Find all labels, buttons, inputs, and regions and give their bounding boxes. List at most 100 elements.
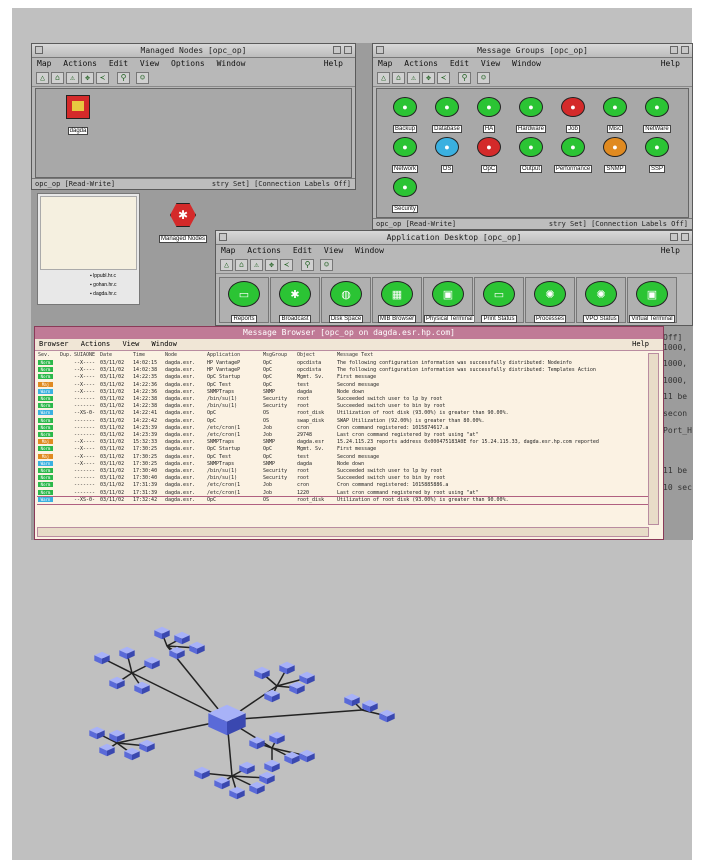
triangle-icon[interactable]: △ bbox=[377, 72, 390, 84]
menu-map[interactable]: Map bbox=[221, 246, 235, 255]
warning-icon[interactable]: ⚠ bbox=[250, 259, 263, 271]
column-header[interactable]: MsgGroup bbox=[262, 352, 296, 360]
share-icon[interactable]: ≺ bbox=[96, 72, 109, 84]
table-row[interactable]: Norm ------- 03/11/02 14:22:42 dagda.esr. OpC… bbox=[37, 417, 649, 425]
menu-view[interactable]: View bbox=[140, 59, 159, 68]
app-mib-browser[interactable]: ▦ MIB Browser bbox=[372, 277, 422, 323]
table-row[interactable]: Maj --X---- 03/11/02 15:32:33 dagda.esr. SNMP… bbox=[37, 439, 649, 446]
message-group-ssp[interactable]: ● SSP bbox=[637, 137, 677, 175]
column-header[interactable]: Sev. bbox=[37, 352, 59, 360]
managed-nodes-titlebar[interactable]: Managed Nodes [opc_op] bbox=[32, 44, 355, 58]
table-row[interactable]: Norm --X---- 03/11/02 14:22:35 dagda.esr. OpC… bbox=[37, 374, 649, 381]
table-row[interactable]: Norm ------- 03/11/02 14:23:39 dagda.esr. /et… bbox=[37, 424, 649, 432]
message-group-network[interactable]: ● Network bbox=[385, 137, 425, 175]
horizontal-scrollbar[interactable] bbox=[37, 527, 649, 537]
message-group-snmp[interactable]: ● SNMP bbox=[595, 137, 635, 175]
window-menu-icon[interactable] bbox=[376, 46, 384, 54]
menu-window[interactable]: Window bbox=[355, 246, 384, 255]
side-item[interactable]: ▪ lppubl.hr.c bbox=[90, 272, 117, 281]
share-icon[interactable]: ≺ bbox=[437, 72, 450, 84]
menu-view[interactable]: View bbox=[481, 59, 500, 68]
minimize-icon[interactable] bbox=[333, 46, 341, 54]
table-row[interactable]: Norm ------- 03/11/02 17:30:40 dagda.esr. /bi… bbox=[37, 468, 649, 475]
menu-options[interactable]: Options bbox=[171, 59, 205, 68]
menu-help[interactable]: Help bbox=[661, 245, 680, 257]
table-row[interactable]: Norm ------- 03/11/02 17:30:40 dagda.esr. /bi… bbox=[37, 475, 649, 482]
column-header[interactable]: Object bbox=[296, 352, 336, 360]
user-icon[interactable]: ☺ bbox=[136, 72, 149, 84]
column-header[interactable]: Application bbox=[206, 352, 262, 360]
column-header[interactable]: Date bbox=[99, 352, 132, 360]
menu-window[interactable]: Window bbox=[217, 59, 246, 68]
table-row[interactable]: Maj --X---- 03/11/02 17:30:25 dagda.esr. OpC … bbox=[37, 453, 649, 461]
column-header[interactable]: Dup. bbox=[59, 352, 73, 360]
menu-help[interactable]: Help bbox=[324, 58, 343, 70]
side-item[interactable]: ▪ dagda.hr.c bbox=[90, 290, 117, 299]
column-header[interactable]: Message Text bbox=[336, 352, 649, 360]
menu-actions[interactable]: Actions bbox=[63, 59, 97, 68]
menu-edit[interactable]: Edit bbox=[109, 59, 128, 68]
message-groups-titlebar[interactable]: Message Groups [opc_op] bbox=[373, 44, 692, 58]
table-row[interactable]: Maj --X---- 03/11/02 14:22:36 dagda.esr. OpC … bbox=[37, 381, 649, 389]
menu-help[interactable]: Help bbox=[632, 339, 649, 350]
search-icon[interactable]: ⚲ bbox=[117, 72, 130, 84]
table-row[interactable]: Norm --X---- 03/11/02 17:30:25 dagda.esr. OpC… bbox=[37, 446, 649, 453]
app-reports[interactable]: ▭ Reports bbox=[219, 277, 269, 323]
menu-actions[interactable]: Actions bbox=[404, 59, 438, 68]
message-group-database[interactable]: ● Database bbox=[427, 97, 467, 135]
menu-map[interactable]: Map bbox=[378, 59, 392, 68]
maximize-icon[interactable] bbox=[681, 233, 689, 241]
menu-edit[interactable]: Edit bbox=[293, 246, 312, 255]
table-row[interactable]: Norm ------- 03/11/02 14:23:39 dagda.esr. /et… bbox=[37, 432, 649, 439]
message-group-hardware[interactable]: ● Hardware bbox=[511, 97, 551, 135]
menu-edit[interactable]: Edit bbox=[450, 59, 469, 68]
maximize-icon[interactable] bbox=[681, 46, 689, 54]
node-dagda[interactable]: dagda bbox=[66, 95, 90, 137]
warning-icon[interactable]: ⚠ bbox=[66, 72, 79, 84]
home-icon[interactable]: ⌂ bbox=[392, 72, 405, 84]
column-header[interactable]: Node bbox=[164, 352, 206, 360]
side-item[interactable]: ▪ gohan.hr.c bbox=[90, 281, 117, 290]
message-group-misc[interactable]: ● Misc bbox=[595, 97, 635, 135]
app-print-status[interactable]: ▭ Print Status bbox=[474, 277, 524, 323]
app-desktop-titlebar[interactable]: Application Desktop [opc_op] bbox=[216, 231, 692, 245]
vertical-scrollbar[interactable] bbox=[648, 353, 659, 525]
menu-actions[interactable]: Actions bbox=[247, 246, 281, 255]
table-row[interactable]: Norm ------- 03/11/02 14:22:38 dagda.esr. /bi… bbox=[37, 396, 649, 403]
app-disk-space[interactable]: ◍ Disk Space bbox=[321, 277, 371, 323]
triangle-icon[interactable]: △ bbox=[220, 259, 233, 271]
app-vpo-status[interactable]: ✺ VPO Status bbox=[576, 277, 626, 323]
app-physical-terminal[interactable]: ▣ Physical Terminal bbox=[423, 277, 475, 323]
table-row[interactable]: Warn --XS-0- 03/11/02 14:22:41 dagda.esr. OpC… bbox=[37, 410, 649, 417]
managed-nodes-icon[interactable]: ✱ Managed Nodes bbox=[159, 203, 208, 245]
share-icon[interactable]: ≺ bbox=[280, 259, 293, 271]
warning-icon[interactable]: ⚠ bbox=[407, 72, 420, 84]
table-row[interactable]: Norm --X---- 03/11/02 14:02:38 dagda.esr. HP … bbox=[37, 367, 649, 374]
maximize-icon[interactable] bbox=[344, 46, 352, 54]
table-row[interactable]: Warn --X---- 03/11/02 17:30:25 dagda.esr. SNM… bbox=[37, 460, 649, 468]
message-browser-titlebar[interactable]: Message Browser [opc_op on dagda.esr.hp.… bbox=[35, 327, 663, 339]
minimize-icon[interactable] bbox=[670, 46, 678, 54]
menu-view[interactable]: View bbox=[122, 340, 139, 348]
search-icon[interactable]: ⚲ bbox=[458, 72, 471, 84]
menu-window[interactable]: Window bbox=[152, 340, 177, 348]
minimize-icon[interactable] bbox=[670, 233, 678, 241]
app-processes[interactable]: ✺ Processes bbox=[525, 277, 575, 323]
message-group-netware[interactable]: ● NetWare bbox=[637, 97, 677, 135]
window-menu-icon[interactable] bbox=[35, 46, 43, 54]
table-row[interactable]: Norm --X---- 03/11/02 14:02:15 dagda.esr. HP … bbox=[37, 360, 649, 367]
table-row[interactable]: Norm ------- 03/11/02 17:31:39 dagda.esr. /et… bbox=[37, 482, 649, 489]
menu-map[interactable]: Map bbox=[37, 59, 51, 68]
app-virtual-terminal[interactable]: ▣ Virtual Terminal bbox=[627, 277, 677, 323]
triangle-icon[interactable]: △ bbox=[36, 72, 49, 84]
menu-help[interactable]: Help bbox=[661, 58, 680, 70]
menu-browser[interactable]: Browser bbox=[39, 340, 69, 348]
app-broadcast[interactable]: ✱ Broadcast bbox=[270, 277, 320, 323]
table-row[interactable]: Norm ------- 03/11/02 14:22:38 dagda.esr. /bi… bbox=[37, 403, 649, 410]
message-group-opc[interactable]: ● OpC bbox=[469, 137, 509, 175]
home-icon[interactable]: ⌂ bbox=[235, 259, 248, 271]
search-icon[interactable]: ⚲ bbox=[301, 259, 314, 271]
column-header[interactable]: SUIAONE bbox=[73, 352, 99, 360]
column-header[interactable]: Time bbox=[132, 352, 164, 360]
menu-window[interactable]: Window bbox=[512, 59, 541, 68]
